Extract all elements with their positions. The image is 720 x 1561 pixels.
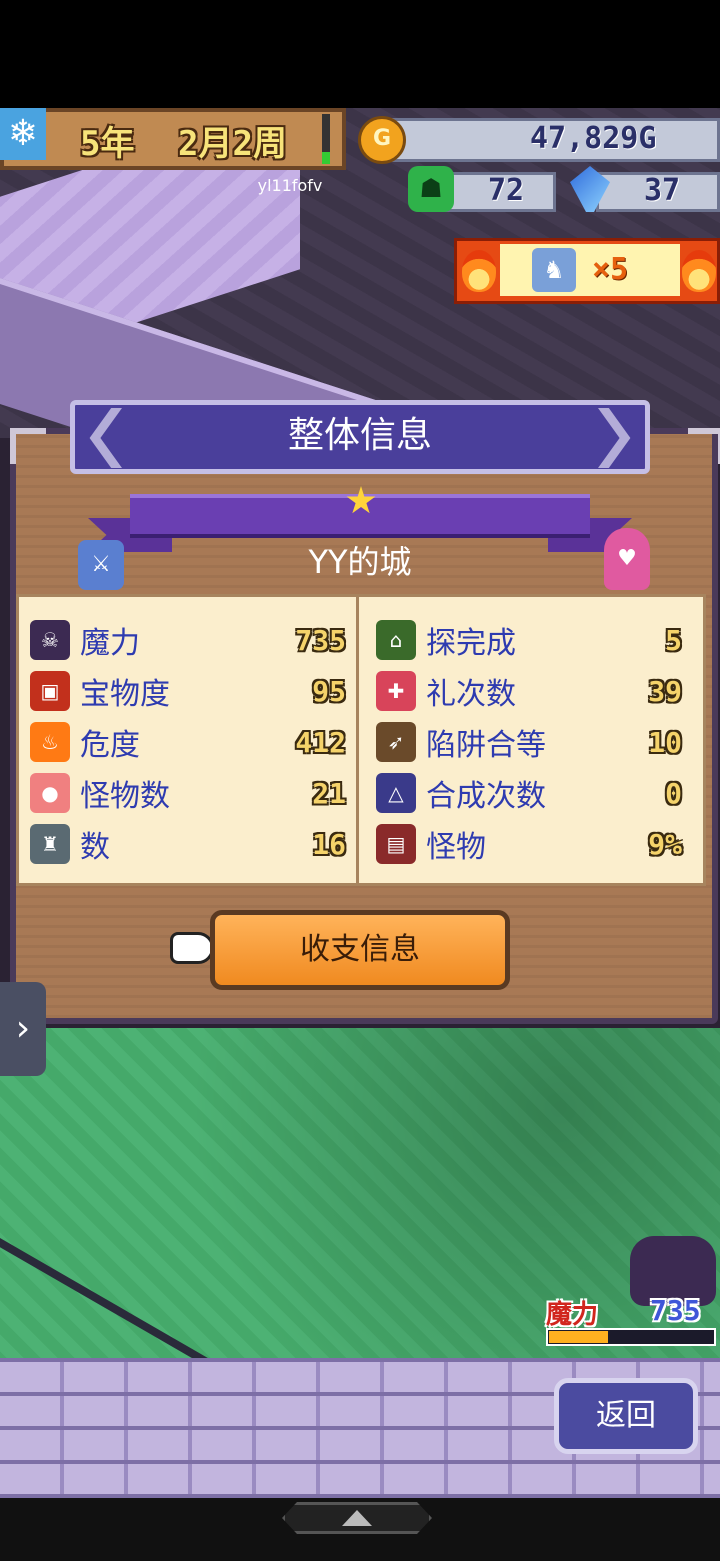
blue-knight-sprite-icon: ⚔	[78, 540, 124, 590]
side-expand-tab[interactable]: ›	[0, 982, 46, 1076]
month-week-text: 2月2周	[178, 124, 287, 164]
mana-value: 735	[650, 1294, 701, 1327]
stat-row: ▤ 怪物 9%	[376, 820, 682, 868]
panel-title: 整体信息	[287, 415, 432, 456]
stat-label: 礼次数	[426, 677, 516, 712]
stat-label: 陷阱合等	[426, 728, 546, 763]
stat-row: ✚ 礼次数 39	[376, 667, 682, 715]
stats-divider	[356, 594, 359, 886]
stat-label: 怪物数	[80, 779, 170, 814]
stat-value: 735	[295, 623, 346, 657]
panel-corner-ornament	[688, 428, 720, 464]
pointing-hand-icon	[170, 932, 214, 964]
gold-coin-icon: G	[358, 116, 406, 164]
stat-value: 412	[295, 725, 346, 759]
stat-value: 9%	[648, 827, 682, 861]
year-text: 5年	[80, 124, 135, 164]
pink-demon-girl-sprite-icon: ♥	[604, 528, 650, 590]
crystal-count: 37	[644, 173, 681, 208]
gold-amount: 47,829G	[530, 121, 657, 156]
dog-count: 72	[488, 173, 525, 208]
hero-multiplier: ×5	[592, 252, 629, 287]
chevron-right-icon: ›	[15, 1008, 31, 1049]
castle-name: YY的城	[308, 543, 412, 581]
stat-value: 95	[312, 674, 346, 708]
stat-label: 探完成	[426, 626, 516, 661]
stat-value: 21	[312, 776, 346, 810]
flame-icon	[682, 250, 716, 292]
stat-row: ▣ 宝物度 95	[30, 667, 346, 715]
slime-icon: ●	[30, 773, 70, 813]
stat-row: △ 合成次数 0	[376, 769, 682, 817]
stat-value: 16	[312, 827, 346, 861]
income-info-button[interactable]: 收支信息	[210, 910, 510, 990]
green-dog-icon: ☗	[408, 166, 454, 212]
hero-alert-inner	[500, 244, 680, 296]
username: yl11fofv	[257, 176, 323, 195]
panel-corner-ornament	[10, 428, 46, 464]
snowflake-icon: ❄	[0, 108, 46, 160]
stat-row: ☠ 魔力 735	[30, 616, 346, 664]
time-gauge-fill	[322, 152, 330, 164]
cave-icon: ⌂	[376, 620, 416, 660]
mana-bar-fill	[549, 1331, 608, 1343]
flame-icon	[462, 250, 496, 292]
stat-label: 怪物	[426, 830, 486, 865]
treasure-chest-icon: ▣	[30, 671, 70, 711]
gift-icon: ✚	[376, 671, 416, 711]
mana-label: 魔力	[546, 1300, 599, 1330]
stat-label: 宝物度	[80, 677, 170, 712]
stat-value: 10	[648, 725, 682, 759]
stat-value: 39	[648, 674, 682, 708]
stat-label: 魔力	[80, 626, 140, 661]
stat-row: ♜ 数 16	[30, 820, 346, 868]
fire-icon: ♨	[30, 722, 70, 762]
date-panel	[0, 108, 346, 170]
back-button[interactable]: 返回	[554, 1378, 698, 1454]
top-black-bar	[0, 0, 720, 108]
stat-label: 危度	[80, 728, 140, 763]
stat-row: ⌂ 探完成 5	[376, 616, 682, 664]
stat-row: ➶ 陷阱合等 10	[376, 718, 682, 766]
bow-trap-icon: ➶	[376, 722, 416, 762]
synthesis-icon: △	[376, 773, 416, 813]
stat-row: ● 怪物数 21	[30, 769, 346, 817]
hero-knight-icon: ♞	[532, 248, 576, 292]
stat-label: 合成次数	[426, 779, 546, 814]
stat-label: 数	[80, 830, 110, 865]
book-icon: ▤	[376, 824, 416, 864]
stat-value: 0	[665, 776, 682, 810]
stat-value: 5	[665, 623, 682, 657]
demon-icon: ☠	[30, 620, 70, 660]
statue-icon: ♜	[30, 824, 70, 864]
stat-row: ♨ 危度 412	[30, 718, 346, 766]
